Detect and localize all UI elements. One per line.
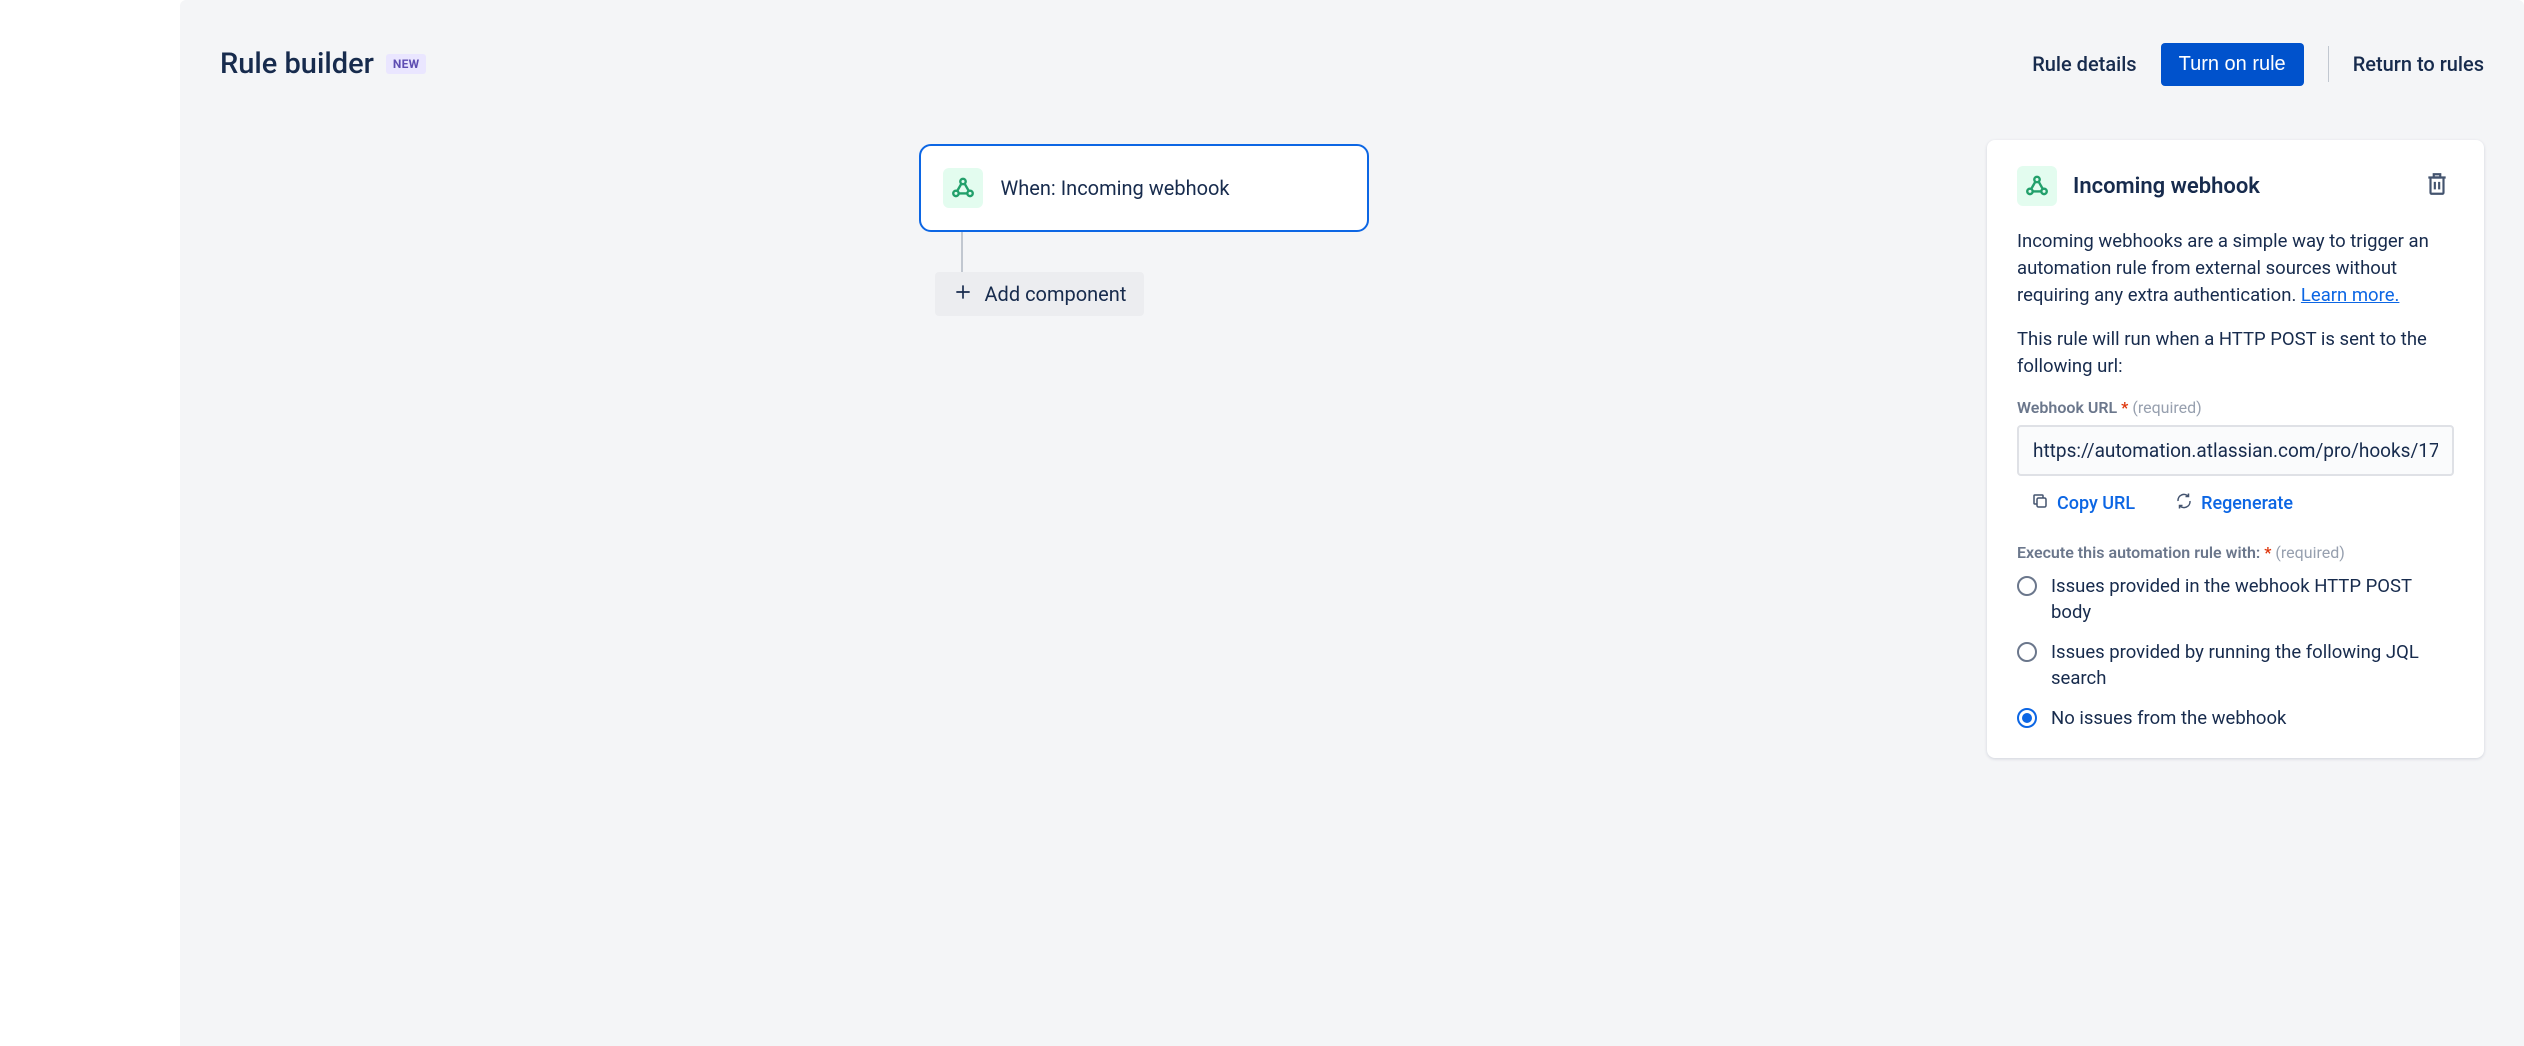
- webhook-url-input[interactable]: [2017, 425, 2454, 476]
- execute-label: Execute this automation rule with: * (re…: [2017, 543, 2454, 562]
- regenerate-button[interactable]: Regenerate: [2175, 492, 2293, 515]
- new-badge: NEW: [386, 54, 427, 74]
- webhook-icon: [2017, 166, 2057, 206]
- return-to-rules-link[interactable]: Return to rules: [2353, 52, 2484, 76]
- add-component-label: Add component: [985, 282, 1127, 306]
- panel-title: Incoming webhook: [2073, 174, 2260, 199]
- radio-icon: [2017, 708, 2037, 728]
- radio-option-no-issues[interactable]: No issues from the webhook: [2017, 706, 2454, 732]
- url-actions: Copy URL Regenerate: [2017, 492, 2454, 515]
- turn-on-rule-button[interactable]: Turn on rule: [2161, 43, 2304, 86]
- content-area: When: Incoming webhook Add component: [180, 100, 2524, 758]
- plus-icon: [953, 282, 973, 306]
- config-panel: Incoming webhook Incoming webhooks are a…: [1987, 140, 2484, 758]
- header-left: Rule builder NEW: [220, 47, 426, 81]
- panel-header: Incoming webhook: [2017, 166, 2454, 206]
- connector-line: [961, 232, 963, 272]
- panel-description-2: This rule will run when a HTTP POST is s…: [2017, 326, 2454, 380]
- copy-url-button[interactable]: Copy URL: [2031, 492, 2135, 515]
- radio-option-jql[interactable]: Issues provided by running the following…: [2017, 640, 2454, 692]
- webhook-icon: [943, 168, 983, 208]
- rule-canvas: When: Incoming webhook Add component: [220, 140, 1927, 758]
- radio-icon: [2017, 642, 2037, 662]
- webhook-url-label: Webhook URL * (required): [2017, 398, 2454, 417]
- trigger-card[interactable]: When: Incoming webhook: [919, 144, 1369, 232]
- trigger-label: When: Incoming webhook: [1001, 176, 1230, 200]
- refresh-icon: [2175, 492, 2193, 515]
- radio-option-post-body[interactable]: Issues provided in the webhook HTTP POST…: [2017, 574, 2454, 626]
- radio-icon: [2017, 576, 2037, 596]
- page-title: Rule builder: [220, 47, 374, 81]
- execute-radio-group: Issues provided in the webhook HTTP POST…: [2017, 574, 2454, 731]
- header-divider: [2328, 46, 2329, 82]
- rule-details-link[interactable]: Rule details: [2032, 52, 2136, 76]
- delete-button[interactable]: [2420, 167, 2454, 205]
- panel-description-1: Incoming webhooks are a simple way to tr…: [2017, 228, 2454, 308]
- copy-icon: [2031, 492, 2049, 515]
- page-header: Rule builder NEW Rule details Turn on ru…: [180, 0, 2524, 100]
- header-actions: Rule details Turn on rule Return to rule…: [2032, 43, 2484, 86]
- learn-more-link[interactable]: Learn more.: [2301, 284, 2399, 306]
- add-component-button[interactable]: Add component: [935, 272, 1145, 316]
